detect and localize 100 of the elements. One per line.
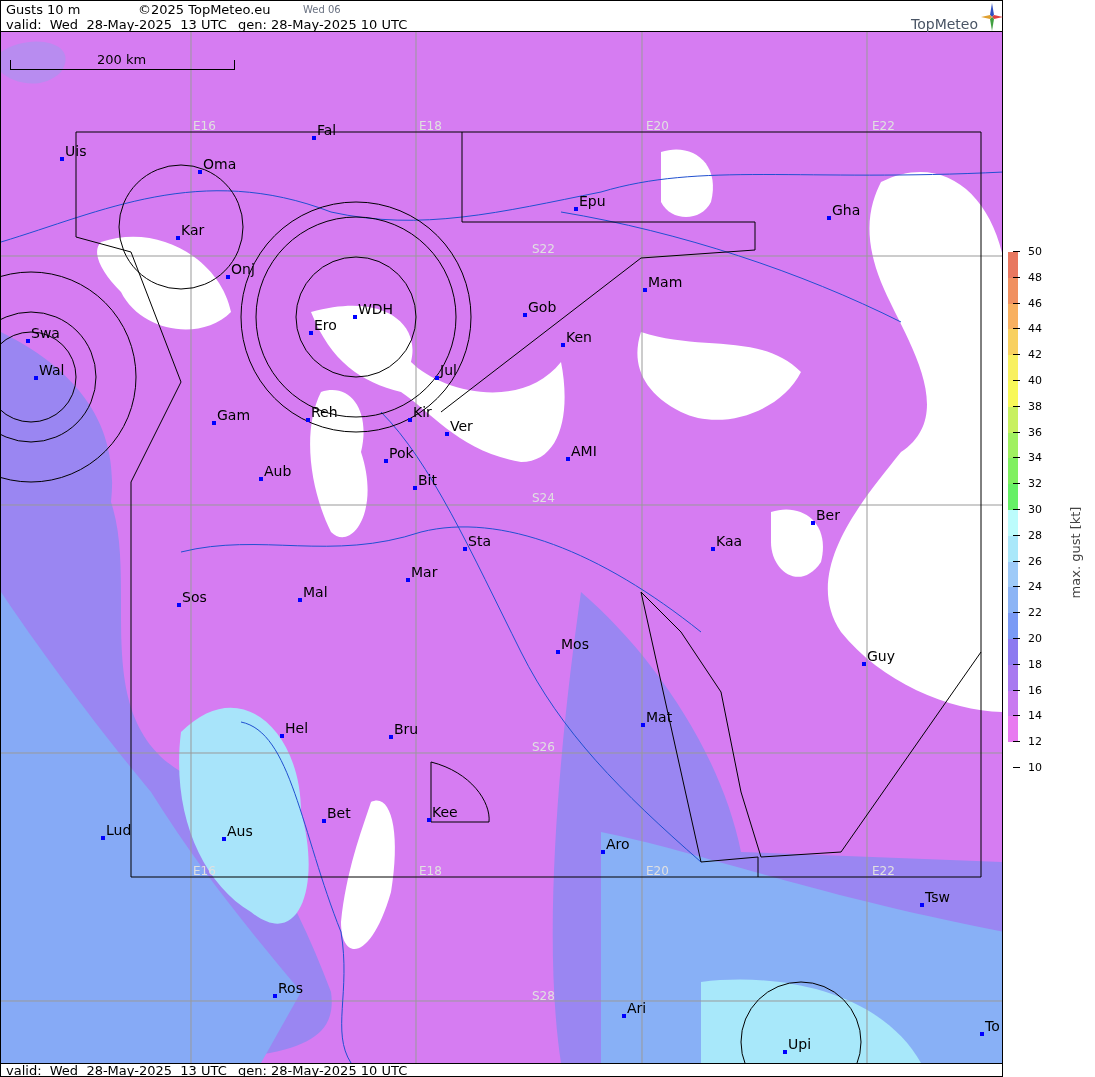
- place-label: AMI: [571, 444, 597, 458]
- tick-label: 26: [1028, 555, 1042, 567]
- place-label: Jul: [440, 363, 457, 377]
- place-label: Aro: [606, 837, 630, 851]
- tick-label: 24: [1028, 581, 1042, 593]
- tick-label: 38: [1028, 400, 1042, 412]
- place-label: Wal: [39, 363, 65, 377]
- day-code: Wed 06: [303, 5, 341, 15]
- tick-mark: [1013, 431, 1020, 433]
- scale-label: 200 km: [96, 53, 148, 66]
- tick-label: 10: [1028, 762, 1042, 773]
- place-label: Pok: [389, 446, 414, 460]
- tick-mark: [1013, 612, 1020, 614]
- grid-label: E18: [419, 120, 442, 132]
- tick-mark: [1013, 457, 1020, 459]
- place-label: Ari: [627, 1001, 647, 1015]
- place-label: Fal: [317, 123, 337, 137]
- tick-label: 16: [1028, 684, 1042, 696]
- tick-mark: [1013, 638, 1020, 639]
- place-label: Aus: [227, 824, 253, 838]
- tick-label: 32: [1028, 478, 1042, 490]
- place-label: Mal: [303, 585, 328, 599]
- grid-label: E16: [193, 865, 216, 877]
- grid-label: S26: [532, 741, 555, 753]
- place-label: Onj: [231, 262, 255, 276]
- grid-label: S22: [532, 243, 555, 255]
- place-label: Sos: [182, 590, 207, 604]
- tick-label: 40: [1028, 375, 1042, 386]
- tick-label: 22: [1028, 607, 1042, 619]
- tick-label: 30: [1028, 504, 1042, 515]
- tick-mark: [1013, 767, 1020, 768]
- tick-mark: [1013, 689, 1020, 691]
- tick-label: 12: [1028, 736, 1042, 748]
- logo-text: TopMeteo: [911, 17, 978, 31]
- tick-mark: [1013, 276, 1020, 278]
- place-label: Upi: [788, 1037, 812, 1051]
- place-label: Ero: [314, 318, 337, 332]
- tick-mark: [1013, 483, 1020, 485]
- tick-label: 34: [1028, 452, 1042, 464]
- grid-label: E16: [193, 120, 216, 132]
- generated-time: gen: 28-May-2025 10 UTC: [238, 1064, 408, 1077]
- place-label: Gob: [528, 300, 557, 314]
- place-label: Gha: [832, 203, 861, 217]
- tick-label: 28: [1028, 529, 1042, 541]
- place-label: Bru: [394, 722, 419, 736]
- grid-label: E22: [872, 120, 895, 132]
- compass-star-icon: [981, 3, 1003, 31]
- tick-mark: [1013, 715, 1020, 717]
- tick-mark: [1013, 251, 1020, 252]
- place-label: Guy: [867, 649, 895, 663]
- grid-label: E22: [872, 865, 895, 877]
- tick-mark: [1013, 534, 1020, 536]
- valid-time: valid: Wed 28-May-2025 13 UTC: [6, 18, 227, 31]
- tick-label: 42: [1028, 349, 1042, 361]
- grid-label: S28: [532, 990, 555, 1002]
- place-label: Sta: [468, 534, 491, 548]
- place-label: Mar: [411, 565, 438, 579]
- tick-label: 44: [1028, 323, 1042, 335]
- tick-mark: [1013, 586, 1020, 588]
- place-label: WDH: [358, 302, 394, 316]
- copyright-text: ©2025 TopMeteo.eu: [138, 3, 271, 16]
- legend-title: max. gust [kt]: [1069, 506, 1083, 598]
- place-label: Kaa: [716, 534, 743, 548]
- place-label: Oma: [203, 157, 237, 171]
- tick-mark: [1013, 354, 1020, 356]
- place-label: Epu: [579, 194, 606, 208]
- place-label: Ros: [278, 981, 303, 995]
- tick-mark: [1013, 509, 1020, 510]
- map-title: Gusts 10 m: [6, 3, 81, 16]
- tick-mark: [1013, 560, 1020, 562]
- grid-label: E20: [646, 865, 669, 877]
- place-label: Ber: [816, 508, 840, 522]
- tick-label: 46: [1028, 297, 1042, 309]
- tick-label: 20: [1028, 633, 1042, 644]
- tick-mark: [1013, 663, 1020, 665]
- place-label: Mos: [561, 637, 589, 651]
- place-label: Hel: [285, 721, 309, 735]
- grid-label: S24: [532, 492, 555, 504]
- place-label: Lud: [106, 823, 132, 837]
- place-label: Bet: [327, 806, 351, 820]
- place-label: Gam: [217, 408, 251, 422]
- tick-label: 50: [1028, 246, 1042, 257]
- place-label: Mam: [648, 275, 683, 289]
- place-label: Uis: [65, 144, 87, 158]
- grid-label: E18: [419, 865, 442, 877]
- tick-label: 14: [1028, 710, 1042, 722]
- place-label: Aub: [264, 464, 292, 478]
- tick-label: 36: [1028, 426, 1042, 438]
- tick-label: 18: [1028, 658, 1042, 670]
- tick-mark: [1013, 380, 1020, 381]
- tick-mark: [1013, 405, 1020, 407]
- place-label: Ver: [450, 419, 473, 433]
- place-label: Tsw: [925, 890, 950, 904]
- grid-label: E20: [646, 120, 669, 132]
- tick-mark: [1013, 741, 1020, 743]
- place-label: Ken: [566, 330, 592, 344]
- place-label: To: [985, 1019, 1000, 1033]
- place-label: Bit: [418, 473, 437, 487]
- tick-label: 48: [1028, 271, 1042, 283]
- valid-time: valid: Wed 28-May-2025 13 UTC: [6, 1064, 227, 1077]
